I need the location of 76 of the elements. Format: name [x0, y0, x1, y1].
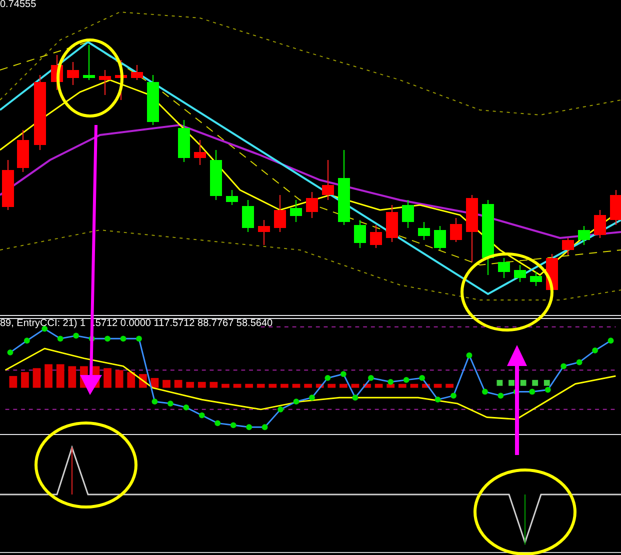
- histogram-bar: [222, 384, 230, 388]
- candlestick: [450, 218, 462, 242]
- indicator-values: .5712 0.0000 117.5712 88.7767 58.5640: [92, 319, 273, 329]
- histogram-bar: [198, 382, 206, 388]
- candlestick: [131, 64, 143, 80]
- candlestick: [354, 220, 366, 248]
- candlestick: [2, 160, 14, 210]
- candlestick: [498, 258, 510, 278]
- histogram-bar: [280, 384, 288, 388]
- candlestick: [242, 200, 254, 232]
- histogram-bar: [256, 384, 265, 388]
- histogram-bar: [210, 382, 218, 388]
- histogram-bar: [508, 380, 514, 386]
- histogram-bar: [316, 384, 324, 388]
- histogram-bar: [268, 384, 277, 388]
- histogram-bar: [363, 384, 371, 388]
- candlestick: [386, 204, 398, 242]
- candlestick: [83, 44, 95, 80]
- candlestick: [210, 150, 222, 200]
- histogram-bar: [520, 380, 526, 386]
- histogram-bar: [532, 380, 538, 386]
- candlestick: [51, 54, 63, 90]
- histogram-bar: [245, 384, 253, 388]
- candlestick: [530, 272, 542, 286]
- histogram-bar: [233, 384, 242, 388]
- candlestick: [258, 220, 270, 246]
- histogram-bar: [44, 364, 52, 388]
- candlestick: [194, 140, 206, 166]
- histogram-bar: [68, 366, 76, 388]
- histogram-bar: [446, 384, 454, 388]
- histogram-bar: [21, 372, 29, 388]
- candlestick: [306, 192, 318, 218]
- candlestick: [99, 70, 111, 96]
- candlestick: [178, 120, 190, 162]
- histogram-bar: [398, 384, 406, 388]
- candlestick: [594, 210, 606, 238]
- histogram-bar: [410, 384, 418, 388]
- candlestick: [290, 200, 302, 222]
- histogram-bar: [328, 384, 336, 388]
- histogram-bar: [292, 384, 300, 388]
- candlestick: [466, 194, 478, 262]
- histogram-bar: [351, 384, 360, 388]
- histogram-bar: [544, 380, 550, 386]
- histogram-bar: [104, 368, 112, 388]
- candlestick: [402, 200, 414, 228]
- price-reading: 0.74555: [0, 0, 36, 10]
- histogram-bar: [115, 370, 124, 388]
- histogram-bar: [374, 384, 383, 388]
- candlestick: [322, 160, 334, 200]
- indicator-label: 89, EntryCCI: 21) 1: [0, 319, 86, 329]
- histogram-bar: [304, 384, 312, 388]
- histogram-bar: [186, 382, 194, 388]
- histogram-bar: [434, 384, 442, 388]
- histogram-bar: [150, 378, 159, 388]
- histogram-bar: [56, 364, 64, 388]
- candlestick: [434, 226, 446, 250]
- candlestick: [147, 74, 159, 126]
- histogram-bar: [340, 384, 348, 388]
- candlestick: [578, 226, 590, 246]
- candlestick: [17, 130, 29, 172]
- histogram-bar: [127, 372, 136, 388]
- histogram-bar: [162, 380, 170, 388]
- candlestick: [370, 224, 382, 248]
- candlestick: [418, 222, 430, 240]
- histogram-bar: [9, 376, 18, 388]
- histogram-bar: [174, 380, 182, 388]
- candlestick: [67, 62, 79, 86]
- histogram-bar: [496, 380, 503, 386]
- candlestick: [514, 264, 526, 282]
- histogram-bar: [422, 384, 430, 388]
- candlestick: [562, 238, 574, 256]
- histogram-bar: [386, 384, 395, 388]
- histogram-bar: [32, 368, 41, 388]
- candlestick: [610, 190, 621, 226]
- candlestick: [226, 190, 238, 206]
- candlestick: [274, 194, 286, 232]
